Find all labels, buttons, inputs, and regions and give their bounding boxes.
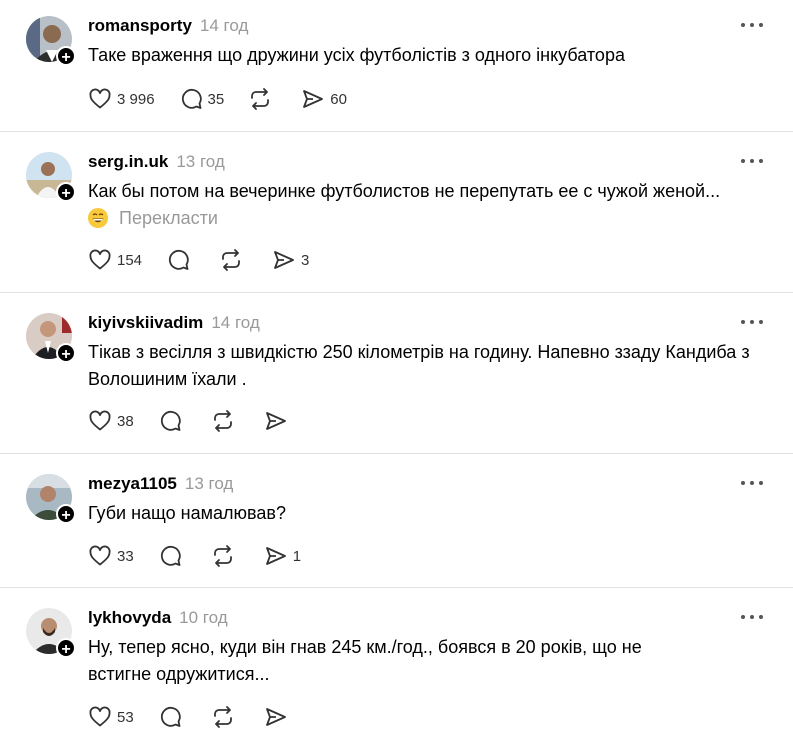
follow-plus-icon[interactable]: + bbox=[56, 46, 76, 66]
like-button[interactable]: 38 bbox=[88, 409, 134, 433]
share-count: 1 bbox=[292, 547, 302, 565]
translate-link[interactable]: Перекласти bbox=[119, 208, 218, 228]
comment-icon bbox=[160, 410, 181, 431]
post-text: Губи нащо намалював? bbox=[88, 503, 286, 523]
share-count: 3 bbox=[301, 251, 310, 269]
like-count: 53 bbox=[117, 708, 134, 726]
share-button[interactable]: 3 bbox=[272, 248, 309, 272]
post-text: Тікав з весілля з швидкістю 250 кілометр… bbox=[88, 342, 750, 389]
share-button[interactable] bbox=[264, 409, 293, 433]
action-bar: 38 bbox=[88, 409, 317, 433]
post-text: Как бы потом на вечеринке футболистов не… bbox=[88, 181, 721, 228]
comment-icon bbox=[160, 545, 181, 566]
username[interactable]: lykhovyda bbox=[88, 608, 171, 628]
share-button[interactable]: 1 bbox=[264, 544, 301, 568]
repost-button[interactable] bbox=[248, 87, 277, 111]
follow-plus-icon[interactable]: + bbox=[56, 182, 76, 202]
post: + romansporty 14 год Таке враження що др… bbox=[0, 0, 793, 132]
send-icon bbox=[303, 90, 324, 108]
repost-button[interactable] bbox=[211, 409, 240, 433]
more-icon[interactable] bbox=[741, 612, 763, 622]
repost-button[interactable] bbox=[211, 544, 240, 568]
reply-button[interactable] bbox=[166, 248, 195, 272]
heart-icon bbox=[89, 706, 111, 727]
reply-button[interactable] bbox=[158, 544, 187, 568]
reply-button[interactable]: 35 bbox=[179, 87, 225, 111]
more-icon[interactable] bbox=[741, 317, 763, 327]
post-header: romansporty 14 год bbox=[88, 16, 248, 38]
post-header: mezya1105 13 год bbox=[88, 474, 233, 496]
repost-icon bbox=[222, 249, 240, 271]
heart-icon bbox=[89, 410, 111, 431]
repost-button[interactable] bbox=[211, 705, 240, 729]
post-header: serg.in.uk 13 год bbox=[88, 152, 225, 174]
more-icon[interactable] bbox=[741, 478, 763, 488]
repost-button[interactable] bbox=[219, 248, 248, 272]
share-button[interactable]: 60 bbox=[301, 87, 347, 111]
follow-plus-icon[interactable]: + bbox=[56, 504, 76, 524]
post: + mezya1105 13 год Губи нащо намалював? … bbox=[0, 454, 793, 588]
repost-icon bbox=[213, 706, 232, 728]
action-bar: 3 996 35 60 bbox=[88, 87, 371, 111]
follow-plus-icon[interactable]: + bbox=[56, 638, 76, 658]
like-button[interactable]: 154 bbox=[88, 248, 142, 272]
timestamp[interactable]: 14 год bbox=[200, 16, 248, 36]
like-button[interactable]: 3 996 bbox=[88, 87, 155, 111]
action-bar: 154 3 bbox=[88, 248, 333, 272]
heart-icon bbox=[89, 545, 111, 566]
action-bar: 53 bbox=[88, 705, 317, 729]
timestamp[interactable]: 13 год bbox=[176, 152, 224, 172]
more-icon[interactable] bbox=[741, 20, 763, 30]
post-text: Ну, тепер ясно, куди він гнав 245 км./го… bbox=[88, 637, 642, 684]
timestamp[interactable]: 14 год bbox=[211, 313, 259, 333]
like-count: 38 bbox=[117, 412, 134, 430]
reply-button[interactable] bbox=[158, 409, 187, 433]
more-icon[interactable] bbox=[741, 156, 763, 166]
avatar-container: + bbox=[26, 474, 76, 524]
avatar-container: + bbox=[26, 16, 76, 66]
post-header: lykhovyda 10 год bbox=[88, 608, 228, 630]
timestamp[interactable]: 10 год bbox=[179, 608, 227, 628]
like-count: 33 bbox=[117, 547, 134, 565]
comment-icon bbox=[160, 706, 181, 727]
like-button[interactable]: 53 bbox=[88, 705, 134, 729]
reply-count: 35 bbox=[207, 90, 225, 108]
follow-plus-icon[interactable]: + bbox=[56, 343, 76, 363]
grinning-emoji-icon bbox=[88, 208, 108, 228]
share-count: 60 bbox=[330, 90, 347, 108]
send-icon bbox=[265, 708, 286, 726]
comment-icon bbox=[168, 249, 189, 270]
comment-icon bbox=[181, 88, 202, 109]
post-header: kiyivskiivadim 14 год bbox=[88, 313, 260, 335]
like-count: 154 bbox=[117, 251, 143, 269]
avatar-container: + bbox=[26, 608, 76, 658]
username[interactable]: romansporty bbox=[88, 16, 192, 36]
avatar-container: + bbox=[26, 313, 76, 363]
send-icon bbox=[265, 412, 286, 430]
like-button[interactable]: 33 bbox=[88, 544, 134, 568]
username[interactable]: serg.in.uk bbox=[88, 152, 168, 172]
reply-button[interactable] bbox=[158, 705, 187, 729]
repost-icon bbox=[213, 410, 232, 432]
post-text: Таке враження що дружини усіх футболісті… bbox=[88, 45, 625, 65]
heart-icon bbox=[89, 249, 111, 270]
avatar-container: + bbox=[26, 152, 76, 202]
post: + serg.in.uk 13 год Как бы потом на вече… bbox=[0, 132, 793, 293]
action-bar: 33 1 bbox=[88, 544, 325, 568]
post: + kiyivskiivadim 14 год Тікав з весілля … bbox=[0, 293, 793, 454]
share-button[interactable] bbox=[264, 705, 293, 729]
username[interactable]: kiyivskiivadim bbox=[88, 313, 203, 333]
send-icon bbox=[265, 547, 286, 565]
like-count: 3 996 bbox=[117, 90, 155, 108]
send-icon bbox=[274, 251, 294, 269]
post: + lykhovyda 10 год Ну, тепер ясно, куди … bbox=[0, 588, 793, 747]
username[interactable]: mezya1105 bbox=[88, 474, 177, 494]
timestamp[interactable]: 13 год bbox=[185, 474, 233, 494]
heart-icon bbox=[89, 88, 111, 109]
repost-icon bbox=[213, 545, 232, 567]
repost-icon bbox=[251, 88, 270, 110]
